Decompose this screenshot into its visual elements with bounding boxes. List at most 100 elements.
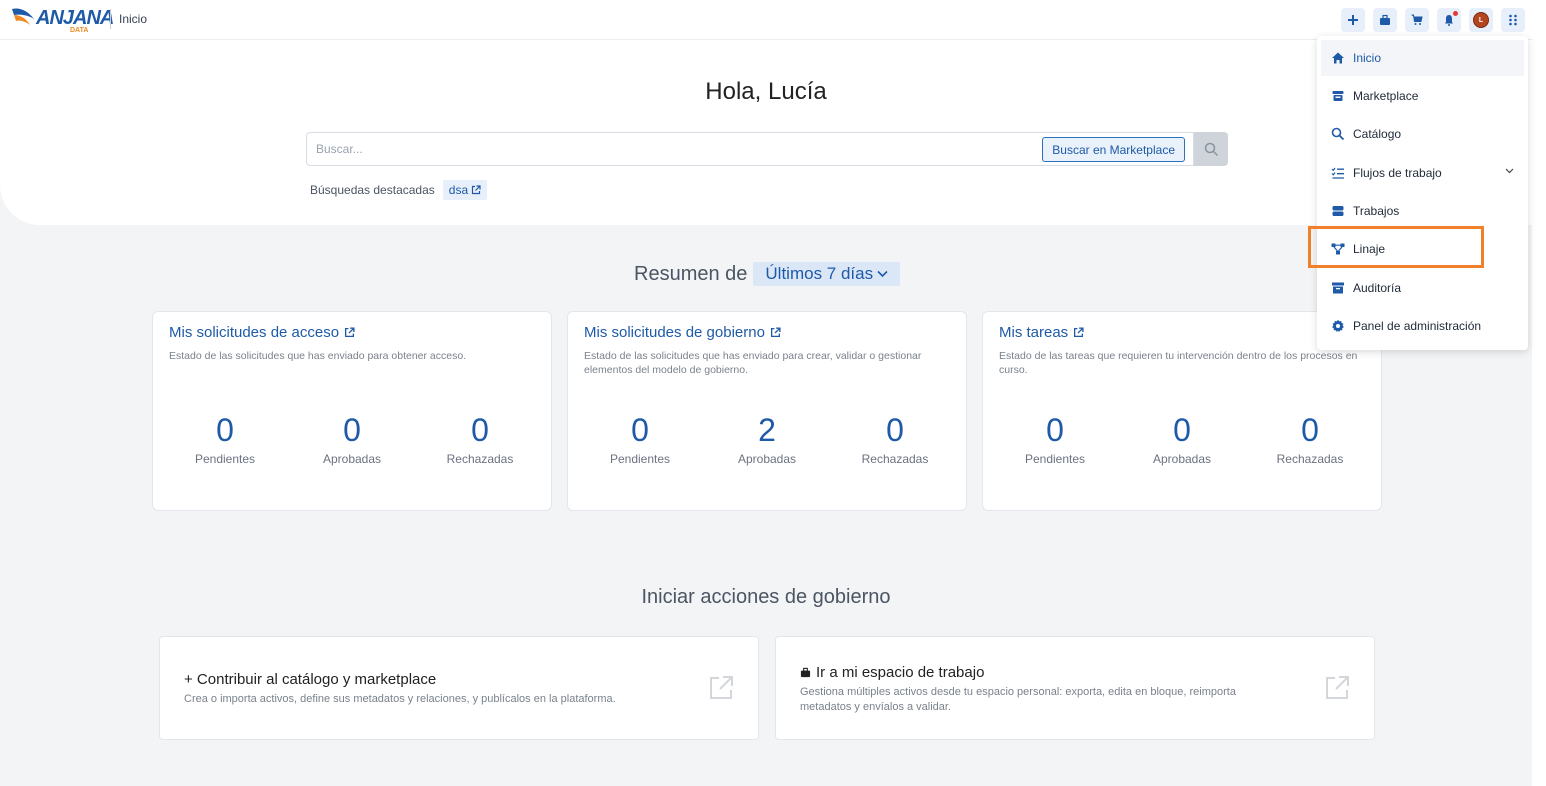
- stat-value: 0: [343, 412, 361, 448]
- menu-item-trabajos[interactable]: Trabajos: [1321, 193, 1524, 229]
- stat-label: Pendientes: [1024, 452, 1086, 466]
- topbar-divider: [110, 9, 111, 29]
- stat-value: 0: [471, 412, 489, 448]
- summary-title: Resumen de: [634, 262, 748, 285]
- card-title-link[interactable]: Mis solicitudes de acceso: [169, 324, 355, 341]
- card-description: Estado de las solicitudes que has enviad…: [169, 350, 467, 362]
- menu-item-auditoria[interactable]: Auditoría: [1321, 270, 1524, 306]
- gear-icon: [1332, 319, 1344, 332]
- apps-menu-button[interactable]: [1501, 8, 1525, 32]
- menu-item-catalogo[interactable]: Catálogo: [1321, 116, 1524, 152]
- briefcase-icon: [1380, 14, 1390, 25]
- stat-rejected[interactable]: 0 Rechazadas: [425, 410, 535, 466]
- stat-value: 2: [758, 412, 776, 448]
- menu-item-label: Auditoría: [1353, 281, 1402, 295]
- logo-wing-icon: [12, 8, 34, 25]
- menu-item-label: Panel de administración: [1353, 319, 1482, 333]
- card-access-requests: Mis solicitudes de acceso Estado de las …: [152, 311, 552, 511]
- external-link-icon: [710, 676, 733, 699]
- add-button[interactable]: [1341, 8, 1365, 32]
- stat-pending[interactable]: 0 Pendientes: [170, 410, 280, 466]
- topbar-actions: L: [1341, 8, 1525, 32]
- external-link-icon: [770, 327, 781, 338]
- summary-heading: Resumen de Últimos 7 días: [634, 262, 901, 286]
- menu-item-flujos[interactable]: Flujos de trabajo: [1321, 155, 1524, 191]
- stat-pending[interactable]: 0 Pendientes: [1000, 410, 1110, 466]
- highlight-box: [1308, 226, 1484, 268]
- stat-label: Rechazadas: [1276, 452, 1344, 466]
- search-icon: [1204, 142, 1218, 156]
- date-range-value: Últimos 7 días: [765, 264, 874, 283]
- brand-logo[interactable]: ANJANA DATA: [10, 3, 114, 35]
- date-range-select[interactable]: Últimos 7 días: [753, 262, 901, 286]
- menu-item-admin-panel[interactable]: Panel de administración: [1321, 308, 1524, 344]
- checklist-icon: [1331, 167, 1344, 179]
- external-link-icon: [1326, 676, 1349, 699]
- contribute-catalog-card[interactable]: + Contribuir al catálogo y marketplace C…: [159, 636, 759, 740]
- briefcase-icon: [800, 667, 811, 678]
- menu-item-label: Trabajos: [1353, 204, 1400, 218]
- card-title-link[interactable]: Mis solicitudes de gobierno: [584, 324, 781, 341]
- external-link-icon: [472, 185, 481, 195]
- stat-value: 0: [216, 412, 234, 448]
- stat-value: 0: [1301, 412, 1319, 448]
- featured-search-chip[interactable]: dsa: [442, 180, 488, 200]
- cart-button[interactable]: [1405, 8, 1429, 32]
- card-title: Mis solicitudes de gobierno: [584, 324, 765, 341]
- chip-label: dsa: [448, 183, 469, 197]
- stat-label: Aprobadas: [737, 452, 797, 466]
- card-governance-requests: Mis solicitudes de gobierno Estado de la…: [567, 311, 967, 511]
- greeting-title: Hola, Lucía: [705, 78, 827, 105]
- stat-value: 0: [1173, 412, 1191, 448]
- external-link-icon: [1074, 327, 1084, 338]
- menu-item-label: Marketplace: [1353, 89, 1419, 103]
- stat-label: Aprobadas: [1152, 452, 1212, 466]
- hero-section: Hola, Lucía Buscar en Marketplace Búsque…: [0, 40, 1532, 225]
- search-icon: [1331, 127, 1345, 141]
- card-title-link[interactable]: Mis tareas: [999, 324, 1084, 341]
- stat-rejected[interactable]: 0 Rechazadas: [840, 410, 950, 466]
- stat-rejected[interactable]: 0 Rechazadas: [1255, 410, 1365, 466]
- apps-dropdown-menu: Inicio Marketplace Catálogo Flujos de tr…: [1317, 36, 1528, 350]
- logo-subtext: DATA: [70, 27, 89, 34]
- search-button[interactable]: [1194, 132, 1228, 166]
- search-input[interactable]: [316, 133, 1036, 165]
- workspace-card[interactable]: Ir a mi espacio de trabajo Gestiona múlt…: [775, 636, 1375, 740]
- stat-value: 0: [631, 412, 649, 448]
- stat-pending[interactable]: 0 Pendientes: [585, 410, 695, 466]
- breadcrumb: Inicio: [119, 12, 148, 26]
- stat-label: Aprobadas: [322, 452, 382, 466]
- stat-approved[interactable]: 0 Aprobadas: [1127, 410, 1237, 466]
- menu-item-marketplace[interactable]: Marketplace: [1321, 78, 1524, 114]
- menu-item-label: Catálogo: [1353, 127, 1402, 141]
- actions-heading: Iniciar acciones de gobierno: [641, 586, 891, 608]
- card-title: Mis tareas: [999, 324, 1069, 341]
- chevron-down-icon: [877, 270, 888, 278]
- workspace-button[interactable]: [1373, 8, 1397, 32]
- stat-label: Rechazadas: [861, 452, 929, 466]
- stat-label: Pendientes: [194, 452, 256, 466]
- page: ANJANA DATA Inicio L Hola, Lucía Buscar.…: [0, 0, 1532, 786]
- notifications-button[interactable]: [1437, 8, 1461, 32]
- archive-icon: [1332, 282, 1344, 294]
- stat-approved[interactable]: 2 Aprobadas: [712, 410, 822, 466]
- menu-item-inicio[interactable]: Inicio: [1321, 40, 1524, 76]
- store-icon: [1332, 91, 1344, 101]
- action-description: Gestiona múltiples activos desde tu espa…: [800, 686, 1236, 713]
- action-description: Crea o importa activos, define sus metad…: [184, 693, 616, 705]
- cart-icon: [1411, 14, 1423, 25]
- action-title: Ir a mi espacio de trabajo: [816, 664, 985, 681]
- chevron-down-icon: [1505, 168, 1514, 174]
- menu-item-label: Flujos de trabajo: [1353, 166, 1442, 180]
- action-title: + Contribuir al catálogo y marketplace: [184, 671, 437, 688]
- external-link-icon: [345, 327, 355, 338]
- action-title-row: Ir a mi espacio de trabajo: [800, 664, 984, 681]
- top-bar: ANJANA DATA Inicio L: [0, 0, 1532, 40]
- avatar: L: [1473, 12, 1489, 28]
- user-menu-button[interactable]: L: [1469, 8, 1493, 32]
- stat-label: Pendientes: [609, 452, 671, 466]
- search-marketplace-button[interactable]: Buscar en Marketplace: [1042, 137, 1185, 162]
- search-box: Buscar en Marketplace: [306, 132, 1194, 166]
- stat-approved[interactable]: 0 Aprobadas: [297, 410, 407, 466]
- stat-value: 0: [886, 412, 904, 448]
